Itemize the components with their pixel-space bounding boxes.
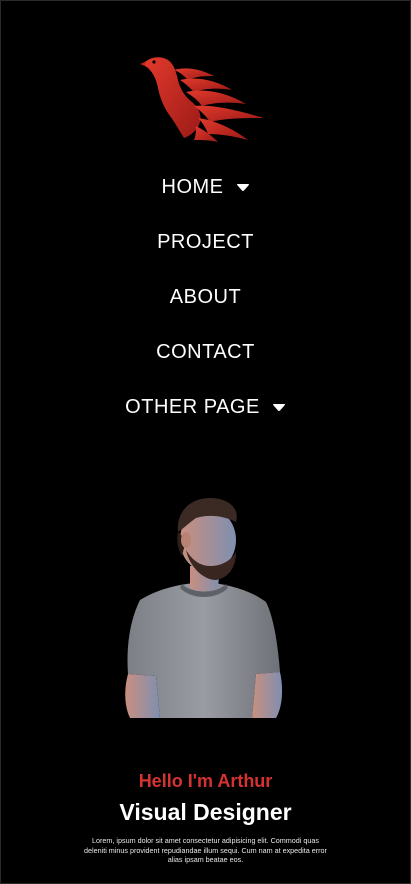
nav-item-label: CONTACT — [156, 341, 255, 363]
hero-section: Hello I'm Arthur Visual Designer Lorem, … — [0, 768, 411, 865]
hero-greeting: Hello I'm Arthur — [138, 771, 273, 791]
nav-item-label: PROJECT — [157, 231, 254, 253]
phoenix-logo-icon[interactable] — [140, 52, 268, 142]
hero-title: Visual Designer — [119, 799, 292, 825]
caret-down-icon[interactable] — [236, 183, 250, 192]
nav-item-label: HOME — [161, 176, 224, 198]
nav-item-about[interactable]: ABOUT — [170, 270, 241, 325]
nav-item-project[interactable]: PROJECT — [157, 215, 254, 270]
nav-item-label: ABOUT — [169, 286, 242, 308]
nav-item-other-page[interactable]: OTHER PAGE — [125, 380, 286, 435]
nav-item-label: OTHER PAGE — [125, 396, 260, 418]
profile-portrait — [125, 498, 283, 718]
hero-description: Lorem, ipsum dolor sit amet consectetur … — [84, 836, 327, 864]
caret-down-icon[interactable] — [272, 403, 286, 412]
nav-item-contact[interactable]: CONTACT — [156, 325, 255, 380]
nav-item-home[interactable]: HOME — [162, 160, 250, 215]
main-nav: HOME PROJECT ABOUT CONTACT OTHER PAGE — [0, 160, 411, 435]
